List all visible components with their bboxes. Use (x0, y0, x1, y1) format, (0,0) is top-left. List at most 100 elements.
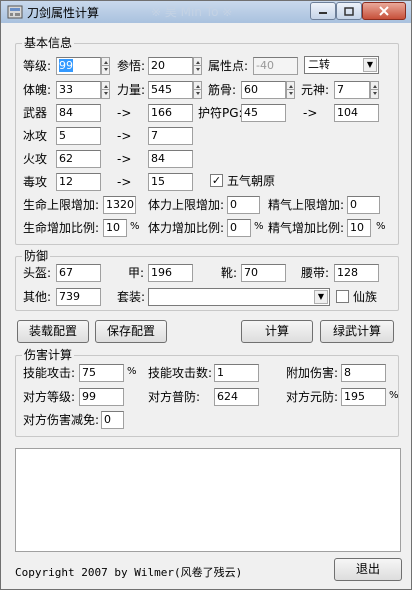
stamina-add-label: 体力上限增加: (148, 198, 225, 212)
enemy-defense-input[interactable]: 624 (214, 388, 259, 406)
other-label: 其他: (23, 290, 52, 304)
tipo-input[interactable]: 33 (56, 81, 101, 99)
stamina-add-input[interactable]: 0 (227, 196, 260, 214)
minimize-icon (319, 12, 327, 14)
jingu-spinner[interactable] (286, 81, 295, 99)
damage-legend: 伤害计算 (22, 348, 75, 362)
calculate-button[interactable]: 计算 (241, 320, 313, 343)
fire-attack-label: 火攻 (23, 152, 48, 166)
enemy-defense-label: 对方普防: (148, 390, 201, 404)
level-spinner[interactable] (101, 57, 110, 75)
poison-attack-input[interactable]: 12 (56, 173, 101, 191)
ice-attack-label: 冰攻 (23, 129, 48, 143)
enemy-reduction-input[interactable]: 0 (101, 411, 124, 429)
liliang-label: 力量: (117, 83, 146, 97)
mp-add-input[interactable]: 0 (347, 196, 380, 214)
dropdown-arrow-icon: ▼ (314, 290, 328, 304)
weapon-label: 武器 (23, 106, 48, 120)
skill-attack-input[interactable]: 75 (79, 364, 124, 382)
enemy-yuan-pct-sign: % (389, 390, 399, 401)
title-bar: 刀剑属性计算 ※ 吴 Min To ※ (1, 1, 411, 23)
belt-label: 腰带: (301, 266, 330, 280)
fire-attack-input[interactable]: 62 (56, 150, 101, 168)
tipo-spinner[interactable] (101, 81, 110, 99)
extra-damage-label: 附加伤害: (286, 366, 339, 380)
xianzu-checkbox[interactable] (336, 290, 349, 303)
close-icon (379, 6, 389, 16)
yuanshen-input[interactable]: 7 (334, 81, 370, 99)
helmet-input[interactable]: 67 (56, 264, 101, 282)
mp-add-label: 精气上限增加: (268, 198, 345, 212)
jingu-input[interactable]: 60 (241, 81, 286, 99)
jingu-label: 筋骨: (208, 83, 237, 97)
poison-attack-result: 15 (148, 173, 193, 191)
stamina-pct-label: 体力增加比例: (148, 221, 225, 235)
hufu-input[interactable]: 45 (241, 104, 286, 122)
close-button[interactable] (362, 2, 406, 20)
defense-legend: 防御 (22, 249, 51, 263)
hp-add-input[interactable]: 1320 (103, 196, 136, 214)
mp-pct-label: 精气增加比例: (268, 221, 345, 235)
wuqi-checkbox[interactable]: ✓ (210, 174, 223, 187)
hp-add-label: 生命上限增加: (23, 198, 100, 212)
hufu-label: 护符PG: (198, 106, 243, 120)
liliang-spinner[interactable] (193, 81, 202, 99)
level-input[interactable]: 99 (56, 57, 101, 75)
save-config-button[interactable]: 保存配置 (95, 320, 167, 343)
enemy-level-input[interactable]: 99 (79, 388, 124, 406)
boots-label: 靴: (221, 266, 238, 280)
armor-label: 甲: (128, 266, 145, 280)
armor-input[interactable]: 196 (148, 264, 193, 282)
ice-attack-input[interactable]: 5 (56, 127, 101, 145)
extra-damage-input[interactable]: 8 (341, 364, 386, 382)
attribute-points-field: -40 (253, 57, 298, 75)
poison-attack-label: 毒攻 (23, 175, 48, 189)
yuanshen-label: 元神: (301, 83, 330, 97)
enemy-reduction-label: 对方伤害减免: (23, 413, 100, 427)
skill-count-input[interactable]: 1 (214, 364, 259, 382)
belt-input[interactable]: 128 (334, 264, 379, 282)
window-title: 刀剑属性计算 (27, 6, 100, 20)
hp-pct-input[interactable]: 10 (103, 219, 127, 237)
hp-pct-sign: % (130, 221, 140, 232)
skill-attack-label: 技能攻击: (23, 366, 76, 380)
yuanshen-spinner[interactable] (370, 81, 379, 99)
canwu-input[interactable]: 20 (148, 57, 193, 75)
enemy-yuan-defense-input[interactable]: 195 (341, 388, 386, 406)
other-input[interactable]: 739 (56, 288, 101, 306)
stamina-pct-input[interactable]: 0 (227, 219, 251, 237)
weapon-result: 166 (148, 104, 193, 122)
exit-button[interactable]: 退出 (334, 558, 402, 581)
enemy-yuan-defense-label: 对方元防: (286, 390, 339, 404)
load-config-button[interactable]: 装载配置 (17, 320, 89, 343)
green-weapon-calc-button[interactable]: 绿武计算 (320, 320, 394, 343)
rebirth-select-value: 二转 (308, 58, 330, 71)
level-label: 等级: (23, 59, 52, 73)
boots-input[interactable]: 70 (241, 264, 286, 282)
titlebar-faded-text: ※ 吴 Min To ※ (151, 5, 233, 19)
hp-pct-label: 生命增加比例: (23, 221, 100, 235)
weapon-input[interactable]: 84 (56, 104, 101, 122)
skill-count-label: 技能攻击数: (148, 366, 213, 380)
maximize-button[interactable] (336, 2, 362, 20)
result-output-area[interactable] (15, 448, 401, 552)
attribute-points-label: 属性点: (208, 59, 249, 73)
mp-pct-input[interactable]: 10 (347, 219, 371, 237)
weapon-arrow: -> (117, 106, 132, 120)
fire-arrow: -> (117, 152, 132, 166)
app-icon (7, 5, 23, 19)
canwu-spinner[interactable] (193, 57, 202, 75)
basic-info-legend: 基本信息 (22, 36, 75, 50)
skill-attack-pct-sign: % (127, 366, 137, 377)
hufu-arrow: -> (303, 106, 318, 120)
ice-attack-result: 7 (148, 127, 193, 145)
tipo-label: 体魄: (23, 83, 52, 97)
set-label: 套装: (117, 290, 146, 304)
dropdown-arrow-icon: ▼ (363, 58, 377, 72)
fire-attack-result: 84 (148, 150, 193, 168)
liliang-input[interactable]: 545 (148, 81, 193, 99)
minimize-button[interactable] (310, 2, 336, 20)
rebirth-select[interactable]: 二转 ▼ (304, 56, 379, 74)
set-select[interactable]: ▼ (148, 288, 330, 306)
canwu-label: 参悟: (117, 59, 146, 73)
